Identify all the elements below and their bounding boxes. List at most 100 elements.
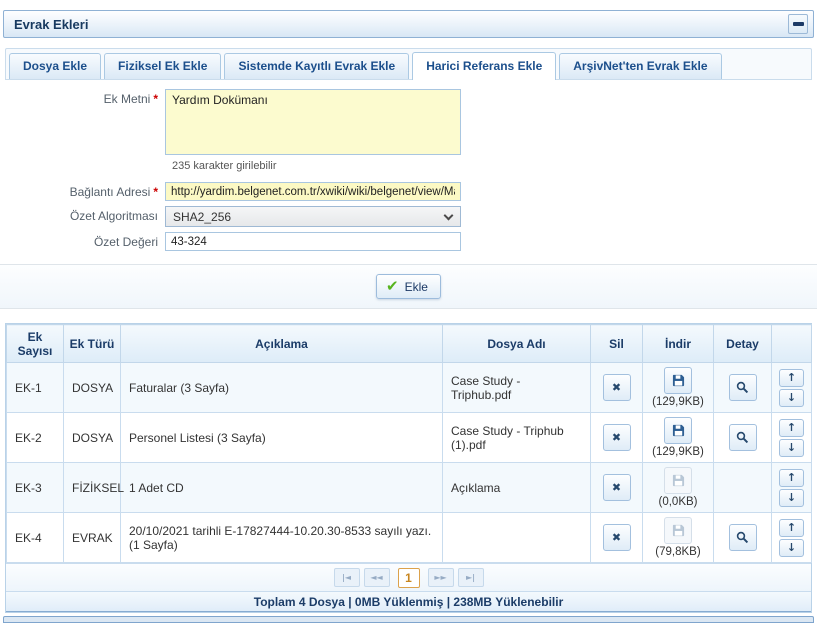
col-header-aciklama: Açıklama [121,325,443,363]
cell-dosya-adi: Case Study - Triphub (1).pdf [443,413,591,463]
cell-dosya-adi: Case Study - Triphub.pdf [443,363,591,413]
character-limit-hint: 235 karakter girilebilir [172,160,817,172]
move-up-button[interactable]: ↑ [779,419,804,437]
cell-aciklama: 20/10/2021 tarihli E-17827444-10.20.30-8… [121,513,443,563]
cell-ek-turu: DOSYA [64,363,121,413]
file-size-label: (129,9KB) [645,446,711,458]
harici-referans-form: Ek Metni* Yardım Dokümanı 235 karakter g… [0,80,817,251]
download-button-disabled [664,467,692,494]
attachments-table: Ek Sayısı Ek Türü Açıklama Dosya Adı Sil… [5,323,812,613]
move-down-button[interactable]: ↓ [779,389,804,407]
detail-button[interactable] [729,374,757,401]
delete-button[interactable]: ✖ [603,474,631,501]
move-up-button[interactable]: ↑ [779,519,804,537]
ekle-button-label: Ekle [405,280,428,294]
file-size-label: (0,0KB) [645,496,711,508]
file-size-label: (79,8KB) [645,546,711,558]
move-down-button[interactable]: ↓ [779,539,804,557]
check-icon: ✔ [386,279,399,294]
cell-ek-sayisi: EK-1 [7,363,64,413]
pager-prev-button[interactable]: ◄◄ [364,568,390,587]
pager-next-button[interactable]: ►► [428,568,454,587]
table-row: EK-1 DOSYA Faturalar (3 Sayfa) Case Stud… [7,363,812,413]
ozet-degeri-label: Özet Değeri [0,232,165,251]
cell-ek-sayisi: EK-3 [7,463,64,513]
delete-button[interactable]: ✖ [603,374,631,401]
close-icon: ✖ [612,381,621,394]
cell-ek-turu: FİZİKSEL [64,463,121,513]
tab-harici-referans-ekle[interactable]: Harici Referans Ekle [412,52,556,80]
table-header-row: Ek Sayısı Ek Türü Açıklama Dosya Adı Sil… [7,325,812,363]
col-header-ek-turu: Ek Türü [64,325,121,363]
col-header-sil: Sil [591,325,643,363]
table-row: EK-4 EVRAK 20/10/2021 tarihli E-17827444… [7,513,812,563]
required-asterisk: * [153,185,158,199]
move-up-button[interactable]: ↑ [779,369,804,387]
pager-first-button[interactable]: |◄ [334,568,360,587]
table-row: EK-3 FİZİKSEL 1 Adet CD Açıklama ✖ (0,0K… [7,463,812,513]
cell-dosya-adi: Açıklama [443,463,591,513]
collapse-button[interactable] [788,14,808,34]
cell-ek-sayisi: EK-2 [7,413,64,463]
tab-sistemde-kayitli-evrak-ekle[interactable]: Sistemde Kayıtlı Evrak Ekle [224,53,409,79]
cell-aciklama: Faturalar (3 Sayfa) [121,363,443,413]
tab-fiziksel-ek-ekle[interactable]: Fiziksel Ek Ekle [104,53,221,79]
floppy-disk-icon [672,374,685,387]
detail-button[interactable] [729,424,757,451]
close-icon: ✖ [612,431,621,444]
col-header-ek-sayisi: Ek Sayısı [7,325,64,363]
pagination: |◄ ◄◄ 1 ►► ►| [6,563,811,591]
table-summary-footer: Toplam 4 Dosya | 0MB Yüklenmiş | 238MB Y… [6,591,811,612]
panel-header: Evrak Ekleri [3,10,814,38]
next-panel-edge [3,616,814,623]
cell-ek-turu: EVRAK [64,513,121,563]
ozet-algoritmasi-select[interactable]: SHA2_256 [165,206,461,227]
delete-button[interactable]: ✖ [603,524,631,551]
floppy-disk-icon [672,424,685,437]
move-down-button[interactable]: ↓ [779,489,804,507]
cell-dosya-adi [443,513,591,563]
cell-aciklama: 1 Adet CD [121,463,443,513]
cell-ek-turu: DOSYA [64,413,121,463]
cell-aciklama: Personel Listesi (3 Sayfa) [121,413,443,463]
col-header-detay: Detay [714,325,772,363]
baglanti-adresi-label: Bağlantı Adresi* [0,182,165,201]
ozet-algoritmasi-label: Özet Algoritması [0,206,165,227]
minus-icon [793,22,804,26]
tab-bar: Dosya Ekle Fiziksel Ek Ekle Sistemde Kay… [5,48,812,80]
page-title: Evrak Ekleri [14,17,88,32]
col-header-dosya-adi: Dosya Adı [443,325,591,363]
download-button-disabled [664,517,692,544]
action-bar: ✔ Ekle [0,264,817,309]
move-down-button[interactable]: ↓ [779,439,804,457]
download-button[interactable] [664,417,692,444]
baglanti-adresi-input[interactable] [165,182,461,201]
download-button[interactable] [664,367,692,394]
floppy-disk-icon [672,524,685,537]
tab-dosya-ekle[interactable]: Dosya Ekle [9,53,101,79]
magnifier-icon [736,531,749,544]
pager-current-page: 1 [398,568,420,588]
ozet-algoritmasi-selected-value: SHA2_256 [173,210,231,224]
close-icon: ✖ [612,531,621,544]
ek-metni-textarea[interactable]: Yardım Dokümanı [165,89,461,155]
detail-button[interactable] [729,524,757,551]
floppy-disk-icon [672,474,685,487]
cell-ek-sayisi: EK-4 [7,513,64,563]
pager-last-button[interactable]: ►| [458,568,484,587]
magnifier-icon [736,381,749,394]
ozet-degeri-input[interactable] [165,232,461,251]
col-header-move [772,325,812,363]
required-asterisk: * [153,92,158,106]
move-up-button[interactable]: ↑ [779,469,804,487]
ekle-button[interactable]: ✔ Ekle [376,274,441,299]
delete-button[interactable]: ✖ [603,424,631,451]
chevron-down-icon [444,211,454,221]
table-row: EK-2 DOSYA Personel Listesi (3 Sayfa) Ca… [7,413,812,463]
col-header-indir: İndir [643,325,714,363]
tab-arsivnetten-evrak-ekle[interactable]: ArşivNet'ten Evrak Ekle [559,53,721,79]
file-size-label: (129,9KB) [645,396,711,408]
close-icon: ✖ [612,481,621,494]
ek-metni-label: Ek Metni* [0,89,165,155]
magnifier-icon [736,431,749,444]
